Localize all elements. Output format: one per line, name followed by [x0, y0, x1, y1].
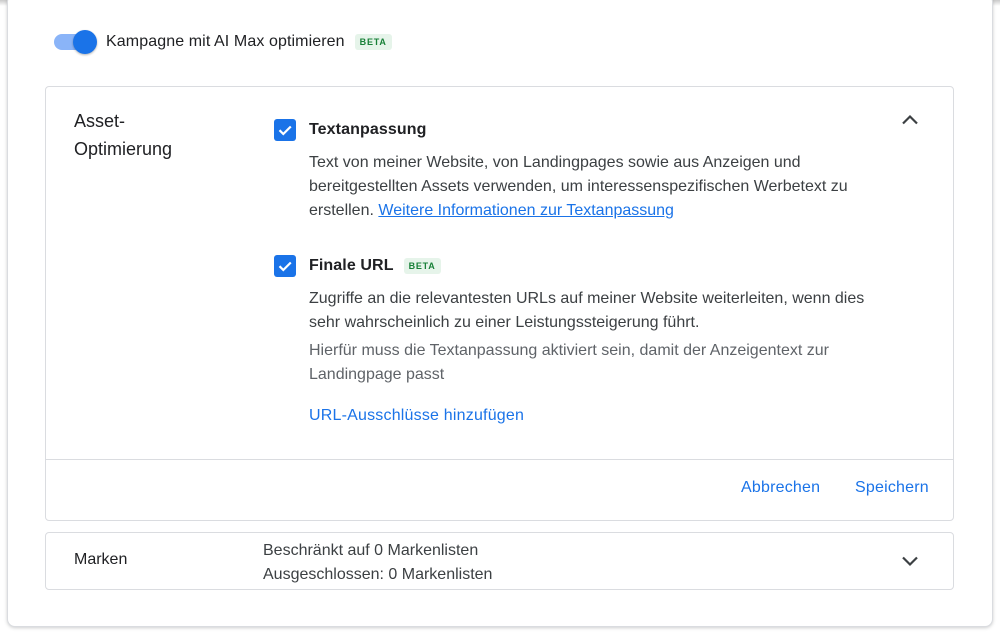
chevron-up-icon — [902, 114, 918, 125]
divider — [46, 459, 953, 460]
finale-url-note: Hierfür muss die Textanpassung aktiviert… — [309, 342, 829, 383]
beta-badge: BETA — [354, 34, 392, 50]
collapse-button[interactable] — [892, 105, 928, 135]
textanpassung-checkbox[interactable] — [274, 119, 296, 141]
brands-title: Marken — [74, 551, 128, 568]
finale-url-title: Finale URL — [309, 257, 394, 274]
card-title: Asset- Optimierung — [74, 107, 172, 163]
learn-more-link[interactable]: Weitere Informationen zur Textanpassung — [378, 202, 674, 219]
chevron-down-icon — [902, 556, 918, 567]
textanpassung-description: Text von meiner Website, von Landingpage… — [309, 151, 879, 223]
checkmark-icon — [278, 125, 292, 136]
beta-badge: BETA — [403, 258, 441, 274]
finale-url-checkbox[interactable] — [274, 255, 296, 277]
ai-max-toggle[interactable] — [54, 29, 98, 55]
option-final-url: Finale URL BETA Zugriffe an die relevant… — [274, 254, 874, 387]
brands-summary-line1: Beschränkt auf 0 Markenlisten — [263, 542, 479, 559]
brands-summary-line2: Ausgeschlossen: 0 Markenlisten — [263, 566, 493, 583]
ai-max-toggle-label: Kampagne mit AI Max optimieren — [106, 33, 345, 50]
cancel-button[interactable]: Abbrechen — [741, 479, 820, 497]
checkmark-icon — [278, 261, 292, 272]
asset-optimization-card: Asset- Optimierung Textanpassung Text vo… — [45, 86, 954, 521]
toggle-thumb — [73, 30, 97, 54]
expand-button[interactable] — [892, 546, 928, 576]
textanpassung-title: Textanpassung — [309, 121, 427, 138]
finale-url-description: Zugriffe an die relevantesten URLs auf m… — [309, 290, 865, 331]
card-title-line1: Asset- — [74, 111, 126, 131]
add-url-exclusions-link[interactable]: URL-Ausschlüsse hinzufügen — [309, 407, 524, 425]
option-text-customization: Textanpassung Text von meiner Website, v… — [274, 118, 874, 223]
ai-max-toggle-row: Kampagne mit AI Max optimieren BETA — [54, 29, 392, 55]
save-button[interactable]: Speichern — [855, 479, 929, 497]
brands-card[interactable]: Marken Beschränkt auf 0 Markenlisten Aus… — [45, 532, 954, 590]
brands-summary: Beschränkt auf 0 Markenlisten Ausgeschlo… — [263, 539, 492, 587]
card-title-line2: Optimierung — [74, 139, 173, 159]
